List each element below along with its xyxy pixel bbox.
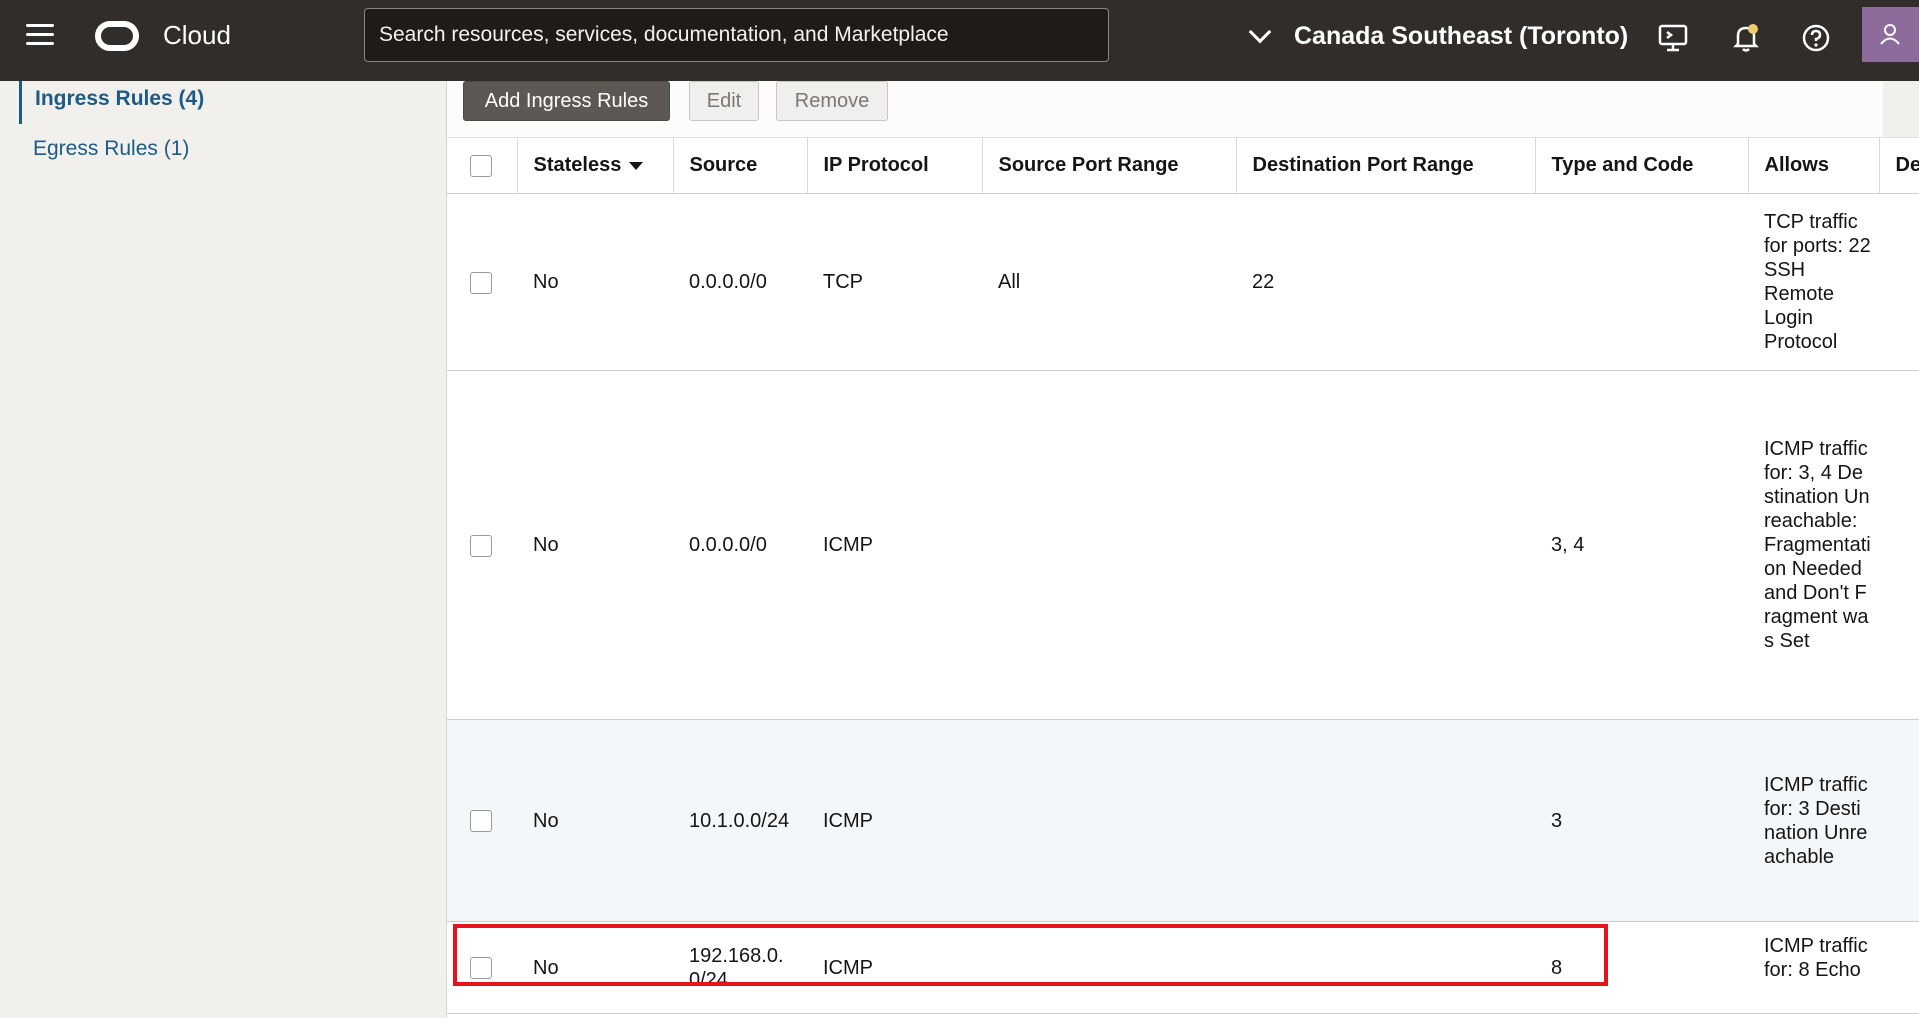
column-header-source: Source	[672, 137, 807, 194]
edit-button[interactable]: Edit	[689, 81, 759, 121]
search-input[interactable]	[364, 8, 1109, 62]
column-header-type-and-code: Type and Code	[1534, 137, 1748, 194]
cell-source-port	[982, 921, 1236, 1014]
cell-destination-port	[1236, 719, 1535, 922]
cell-source: 0.0.0.0/0	[673, 193, 807, 371]
cell-protocol: TCP	[807, 193, 982, 371]
row-checkbox[interactable]	[470, 271, 492, 294]
cell-source: 0.0.0.0/0	[673, 370, 807, 720]
cell-protocol: ICMP	[807, 921, 982, 1014]
cell-allows: ICMP traffic for: 3, 4 Destination Unrea…	[1748, 370, 1879, 720]
row-checkbox[interactable]	[470, 810, 492, 833]
column-header-stateless[interactable]: Stateless	[516, 137, 673, 194]
row-select-cell	[447, 719, 517, 922]
table-row[interactable]: No 10.1.0.0/24 ICMP 3 ICMP traffic for: …	[447, 719, 1919, 922]
column-header-source-port-range: Source Port Range	[981, 137, 1236, 194]
row-checkbox[interactable]	[470, 534, 492, 557]
cell-source-port: All	[982, 193, 1236, 371]
table-row[interactable]: No 0.0.0.0/0 ICMP 3, 4 ICMP traffic for:…	[447, 370, 1919, 720]
cell-description	[1879, 719, 1919, 922]
ingress-rules-table: Stateless Source IP Protocol Source Port…	[447, 137, 1919, 1014]
row-select-cell	[447, 193, 517, 371]
cell-source: 192.168.0.0/24	[673, 921, 807, 1014]
user-avatar[interactable]	[1862, 7, 1919, 62]
sort-desc-icon[interactable]	[629, 161, 644, 170]
cell-description	[1879, 921, 1919, 1014]
cell-allows: ICMP traffic for: 8 Echo	[1748, 921, 1879, 1014]
cell-description	[1879, 193, 1919, 371]
table-header-row: Stateless Source IP Protocol Source Port…	[447, 137, 1919, 194]
cell-destination-port	[1236, 921, 1535, 1014]
region-name: Canada Southeast (Toronto)	[1294, 21, 1629, 50]
cell-protocol: ICMP	[807, 370, 982, 720]
user-icon	[1880, 24, 1900, 45]
cell-type-code: 3, 4	[1535, 370, 1748, 720]
column-header-destination-port-range: Destination Port Range	[1235, 137, 1535, 194]
cell-source: 10.1.0.0/24	[673, 719, 807, 922]
cell-type-code: 3	[1535, 719, 1748, 922]
cell-allows: ICMP traffic for: 3 Destination Unreacha…	[1748, 719, 1879, 922]
cell-stateless: No	[517, 193, 673, 371]
brand-name[interactable]: Cloud	[163, 20, 231, 51]
row-select-cell	[447, 370, 517, 720]
cell-protocol: ICMP	[807, 719, 982, 922]
oracle-logo-icon[interactable]	[95, 21, 139, 51]
table-row[interactable]: No 192.168.0.0/24 ICMP 8 ICMP traffic fo…	[447, 921, 1919, 1014]
column-header-description: De	[1878, 137, 1919, 194]
select-all-checkbox[interactable]	[470, 154, 492, 177]
row-checkbox[interactable]	[470, 957, 492, 980]
select-all-header	[447, 137, 517, 194]
resources-sidebar: Ingress Rules (4) Egress Rules (1)	[0, 81, 446, 1018]
bell-icon[interactable]	[1728, 20, 1764, 56]
cloud-shell-icon[interactable]	[1655, 20, 1691, 56]
cell-description	[1879, 370, 1919, 720]
cell-stateless: No	[517, 370, 673, 720]
column-header-label: Stateless	[533, 154, 622, 176]
ingress-rules-panel: Add Ingress Rules Edit Remove Stateless …	[446, 81, 1919, 1018]
column-header-allows: Allows	[1747, 137, 1879, 194]
hamburger-menu-icon[interactable]	[26, 24, 56, 50]
cell-destination-port: 22	[1236, 193, 1535, 371]
cell-source-port	[982, 719, 1236, 922]
page-background	[1883, 81, 1919, 137]
table-toolbar: Add Ingress Rules Edit Remove	[447, 81, 1884, 137]
nav-egress-rules[interactable]: Egress Rules (1)	[33, 137, 189, 161]
column-header-ip-protocol: IP Protocol	[806, 137, 982, 194]
cell-stateless: No	[517, 719, 673, 922]
cell-destination-port	[1236, 370, 1535, 720]
top-navigation-bar: Cloud Canada Southeast (Toronto)	[0, 0, 1919, 81]
cell-type-code: 8	[1535, 921, 1748, 1014]
cell-allows: TCP traffic for ports: 22 SSH Remote Log…	[1748, 193, 1879, 371]
cell-stateless: No	[517, 921, 673, 1014]
cell-source-port	[982, 370, 1236, 720]
add-ingress-rules-button[interactable]: Add Ingress Rules	[463, 81, 670, 121]
row-select-cell	[447, 921, 517, 1014]
chevron-down-icon	[1248, 20, 1272, 44]
cell-type-code	[1535, 193, 1748, 371]
remove-button[interactable]: Remove	[776, 81, 888, 121]
nav-ingress-rules[interactable]: Ingress Rules (4)	[19, 81, 204, 124]
region-selector[interactable]: Canada Southeast (Toronto)	[1248, 18, 1629, 54]
table-row[interactable]: No 0.0.0.0/0 TCP All 22 TCP traffic for …	[447, 193, 1919, 371]
help-icon[interactable]	[1798, 20, 1834, 56]
